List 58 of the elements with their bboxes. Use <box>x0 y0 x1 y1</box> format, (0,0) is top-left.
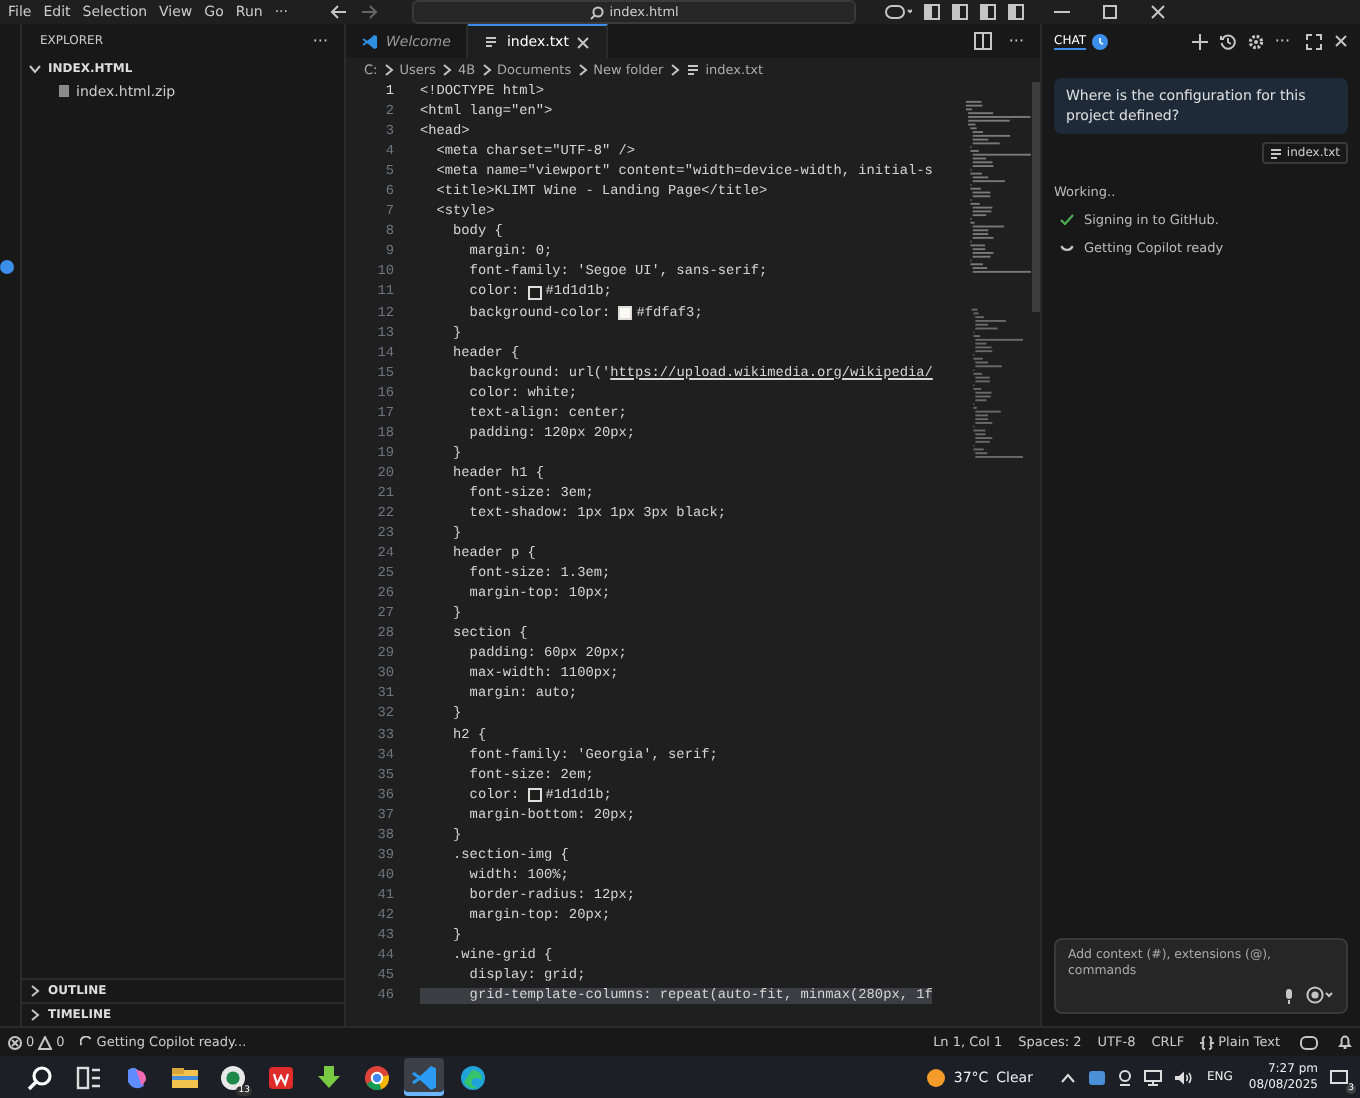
close-icon[interactable] <box>576 35 591 49</box>
chevron-up-icon[interactable] <box>1060 1071 1077 1083</box>
close-icon[interactable] <box>1148 4 1169 20</box>
chevron-right-icon <box>383 64 394 76</box>
more-button[interactable]: ··· <box>1270 32 1294 50</box>
back-arrow-icon[interactable] <box>328 4 349 20</box>
forward-arrow-icon[interactable] <box>360 4 381 20</box>
account-badge-icon[interactable] <box>0 260 14 274</box>
message-icon <box>1330 1069 1348 1085</box>
more-button[interactable]: ··· <box>308 32 332 50</box>
task-view-icon <box>73 1063 103 1091</box>
chevron-right-icon <box>441 64 452 76</box>
text-file-icon <box>484 35 499 49</box>
warning-icon <box>38 1035 53 1049</box>
cloud-icon[interactable] <box>1088 1069 1107 1085</box>
spinner-icon <box>80 1036 93 1048</box>
microphone-icon[interactable] <box>1284 987 1294 1003</box>
layout-right-icon[interactable] <box>1008 4 1025 20</box>
text-file-icon <box>685 63 700 77</box>
chevron-right-icon <box>577 64 588 76</box>
error-icon <box>8 1035 22 1049</box>
settings-icon[interactable] <box>1248 33 1265 49</box>
maximize-icon[interactable] <box>1306 33 1322 49</box>
chevron-right-icon <box>481 64 492 76</box>
clock-icon <box>1092 33 1109 49</box>
arrow-app-icon <box>313 1063 343 1091</box>
braces-icon <box>1200 1035 1215 1049</box>
search-icon <box>589 5 604 19</box>
layout-panel-icon[interactable] <box>924 4 941 20</box>
send-icon[interactable] <box>1306 986 1334 1004</box>
edge-icon <box>457 1063 487 1091</box>
bell-icon[interactable] <box>1338 1034 1352 1050</box>
folder-icon <box>169 1063 199 1091</box>
color-swatch-icon[interactable] <box>527 788 542 803</box>
chrome-icon <box>361 1063 391 1091</box>
w-app-icon <box>265 1063 295 1091</box>
webcam-icon[interactable] <box>1118 1069 1133 1085</box>
color-swatch-icon[interactable] <box>618 306 633 321</box>
close-icon[interactable] <box>1334 34 1348 48</box>
more-button[interactable]: ··· <box>1004 32 1028 50</box>
maximize-icon[interactable] <box>1100 4 1121 20</box>
sun-icon <box>925 1067 946 1087</box>
chat-app-icon <box>217 1063 247 1091</box>
file-icon <box>58 84 70 98</box>
network-icon[interactable] <box>1144 1069 1163 1085</box>
plus-icon[interactable] <box>1192 33 1209 49</box>
text-file-icon <box>1270 147 1283 159</box>
layout-sidebar-icon[interactable] <box>952 4 969 20</box>
split-editor-icon[interactable] <box>974 32 993 50</box>
vscode-icon <box>409 1063 439 1091</box>
history-icon[interactable] <box>1220 33 1237 49</box>
search-icon <box>25 1063 55 1091</box>
speaker-icon[interactable] <box>1174 1069 1193 1085</box>
layout-bottom-icon[interactable] <box>980 4 997 20</box>
color-swatch-icon[interactable] <box>527 285 542 300</box>
chevron-right-icon <box>669 64 680 76</box>
vscode-logo-icon <box>362 33 378 49</box>
chevron-down-icon <box>28 62 42 76</box>
